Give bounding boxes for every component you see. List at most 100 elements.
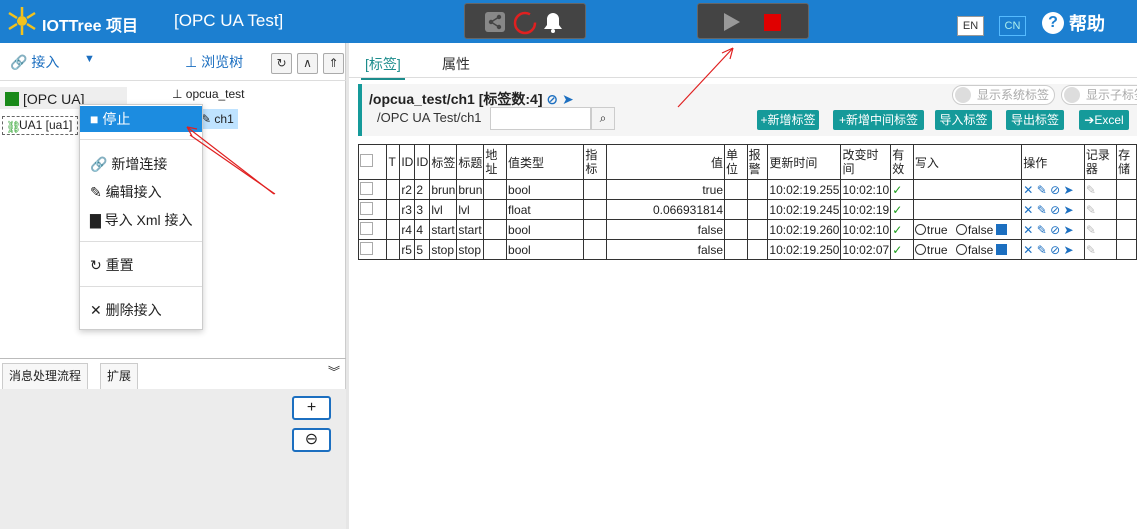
chevron-down-icon[interactable]: ▼: [84, 53, 95, 65]
select-all-checkbox[interactable]: [357, 144, 388, 180]
lang-cn-button[interactable]: CN: [999, 16, 1026, 36]
edit-icon[interactable]: ✎: [1086, 223, 1096, 237]
write-false-radio[interactable]: [955, 243, 967, 255]
add-middle-tag-button[interactable]: +新增中间标签: [833, 110, 924, 130]
search-button[interactable]: ⌕: [591, 107, 615, 130]
arrow-right-icon: ➔: [1084, 113, 1095, 127]
collapse-all-button[interactable]: ⇑: [323, 53, 344, 74]
help-label: 帮助: [1069, 14, 1105, 34]
send-icon[interactable]: ➤: [1064, 243, 1074, 257]
write-submit-icon[interactable]: [996, 223, 1008, 235]
menu-item-import-xml[interactable]: ▇ 导入 Xml 接入: [80, 207, 202, 233]
send-icon[interactable]: ➤: [562, 91, 574, 107]
stop-icon[interactable]: [764, 14, 781, 31]
paperclip-icon[interactable]: ⊘: [1050, 223, 1060, 237]
add-tag-button[interactable]: +新增标签: [757, 110, 819, 130]
double-chevron-down-icon[interactable]: ︾: [328, 363, 340, 380]
paperclip-icon[interactable]: ⊘: [1050, 243, 1060, 257]
paperclip-icon[interactable]: ⊘: [546, 91, 558, 107]
browse-tree-button[interactable]: ⊥ 浏览树: [185, 52, 243, 72]
start-icon[interactable]: [724, 13, 740, 31]
pencil-icon[interactable]: ✎: [1037, 183, 1047, 197]
import-tags-button[interactable]: 导入标签: [935, 110, 992, 130]
edit-icon[interactable]: ✎: [1086, 203, 1096, 217]
row-checkbox[interactable]: [357, 219, 388, 240]
search-input[interactable]: [490, 107, 591, 130]
write-false-radio[interactable]: [955, 223, 967, 235]
paperclip-icon[interactable]: ⊘: [1050, 203, 1060, 217]
col-header: 值类型: [506, 144, 585, 180]
collapse-up-button[interactable]: ∧: [297, 53, 318, 74]
refresh-button[interactable]: ↻: [271, 53, 292, 74]
link-icon: ⛓: [6, 120, 22, 134]
menu-item-stop[interactable]: ■ 停止: [80, 106, 202, 132]
table-row[interactable]: r2 2 brun brun bool true 10:02:19.255 10:02:10 ✓…: [357, 179, 1137, 200]
show-system-tags-toggle[interactable]: 显示系统标签: [952, 85, 1055, 105]
sitemap-icon: ⊥: [185, 54, 198, 70]
write-true-radio[interactable]: [914, 223, 926, 235]
refresh-icon: ↻: [276, 56, 287, 70]
col-header: 改变时间: [840, 144, 892, 180]
menu-item-edit-connector[interactable]: ✎ 编辑接入: [80, 179, 202, 205]
add-button[interactable]: +: [292, 396, 331, 420]
table-row[interactable]: r4 4 start start bool false 10:02:19.260 10:02:…: [357, 219, 1137, 240]
tab-properties[interactable]: 属性: [442, 54, 470, 74]
cell-id2: 4: [414, 219, 431, 240]
edit-icon[interactable]: ✎: [1086, 243, 1096, 257]
delete-icon[interactable]: ✕: [1023, 183, 1033, 197]
row-checkbox[interactable]: [357, 179, 388, 200]
cell-value: false: [605, 239, 726, 260]
tree-node-opcua-test[interactable]: ⊥ opcua_test: [172, 87, 245, 101]
link-icon: 🔗: [90, 156, 108, 172]
col-header: 地址: [483, 144, 508, 180]
cell-alarm: [746, 199, 769, 220]
refresh-status-icon[interactable]: [513, 11, 537, 35]
send-icon[interactable]: ➤: [1064, 223, 1074, 237]
tab-extension[interactable]: 扩展: [100, 363, 139, 389]
chevron-up-icon: ∧: [303, 56, 312, 70]
pencil-icon[interactable]: ✎: [1037, 203, 1047, 217]
send-icon[interactable]: ➤: [1064, 183, 1074, 197]
export-tags-button[interactable]: 导出标签: [1006, 110, 1064, 130]
edit-icon[interactable]: ✎: [1086, 183, 1096, 197]
tree-item-ua1[interactable]: ⛓ UA1 [ua1]: [2, 116, 78, 135]
pencil-icon[interactable]: ✎: [1037, 223, 1047, 237]
delete-icon[interactable]: ✕: [1023, 203, 1033, 217]
col-header: 指标: [583, 144, 607, 180]
write-submit-icon[interactable]: [996, 243, 1008, 255]
cell-ops: ✕ ✎ ⊘ ➤: [1021, 239, 1085, 260]
table-row[interactable]: r3 3 lvl lvl float 0.066931814 10:02:19.245 10:…: [357, 199, 1137, 220]
excel-button[interactable]: ➔Excel: [1079, 110, 1129, 130]
tab-message-flow[interactable]: 消息处理流程: [2, 363, 89, 389]
bell-icon[interactable]: [544, 13, 562, 33]
send-icon[interactable]: ➤: [1064, 203, 1074, 217]
connect-button[interactable]: 🔗 接入: [10, 52, 59, 72]
table-row[interactable]: r5 5 stop stop bool false 10:02:19.250 10:02:07…: [357, 239, 1137, 260]
row-checkbox[interactable]: [357, 199, 388, 220]
menu-item-reset[interactable]: ↻ 重置: [80, 252, 202, 278]
menu-item-new-connection[interactable]: 🔗 新增连接: [80, 151, 202, 177]
help-button[interactable]: ? 帮助: [1042, 10, 1105, 36]
col-header: 更新时间: [767, 144, 842, 180]
menu-item-label: 重置: [105, 257, 134, 273]
cell-ops: ✕ ✎ ⊘ ➤: [1021, 179, 1085, 200]
show-sub-tags-toggle[interactable]: 显示子标签: [1061, 85, 1137, 105]
cell-unit: [724, 219, 748, 240]
back-button[interactable]: ⊖: [292, 428, 331, 452]
menu-item-delete-connector[interactable]: ✕ 删除接入: [80, 297, 202, 323]
delete-icon[interactable]: ✕: [1023, 223, 1033, 237]
delete-icon[interactable]: ✕: [1023, 243, 1033, 257]
paperclip-icon[interactable]: ⊘: [1050, 183, 1060, 197]
row-checkbox[interactable]: [357, 239, 388, 260]
cell-ind: [583, 239, 607, 260]
tree-node-ch1[interactable]: ✎ ch1: [198, 109, 238, 129]
lang-en-button[interactable]: EN: [957, 16, 984, 36]
col-header: ID: [399, 144, 416, 180]
cell-t: [386, 179, 401, 200]
menu-item-label: 导入 Xml 接入: [104, 212, 193, 228]
tree-root-label[interactable]: [OPC UA]: [23, 91, 84, 107]
cell-id1: r2: [399, 179, 416, 200]
pencil-icon[interactable]: ✎: [1037, 243, 1047, 257]
share-icon[interactable]: [485, 12, 505, 32]
write-true-radio[interactable]: [914, 243, 926, 255]
